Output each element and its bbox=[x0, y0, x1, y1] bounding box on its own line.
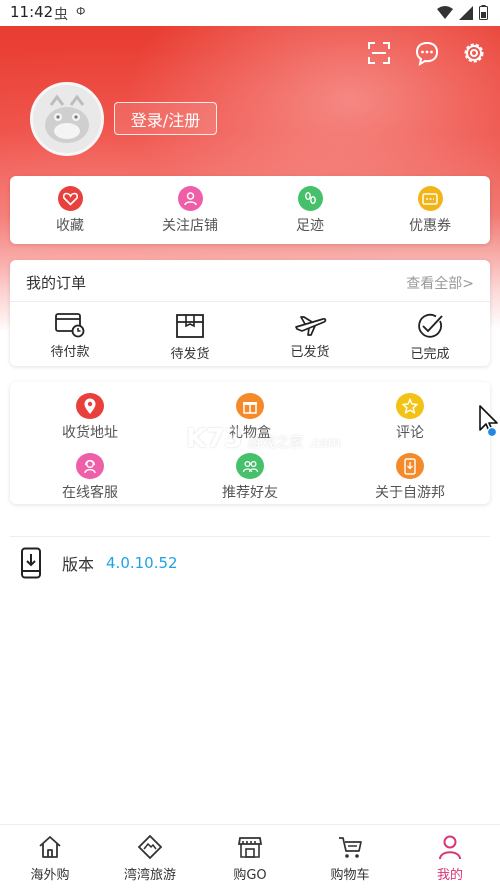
coupon-icon bbox=[417, 186, 443, 211]
mouse-cursor-icon bbox=[479, 405, 498, 438]
order-status-label: 已发货 bbox=[290, 345, 330, 360]
pending-shipment-icon bbox=[176, 314, 204, 338]
service-label: 收货地址 bbox=[62, 425, 118, 441]
order-status-pending-payment[interactable]: 待付款 bbox=[10, 302, 130, 366]
tab-label: 购GO bbox=[233, 868, 267, 883]
quick-label: 足迹 bbox=[296, 218, 324, 234]
order-status-shipped[interactable]: 已发货 bbox=[250, 302, 370, 366]
shipped-plane-icon bbox=[295, 316, 327, 336]
order-status-label: 待付款 bbox=[50, 345, 90, 360]
watermark-domain: .com bbox=[308, 436, 341, 451]
customer-service-icon bbox=[76, 453, 104, 479]
quick-links-card: 收藏 关注店铺 足迹 优惠券 bbox=[10, 176, 490, 244]
home-icon bbox=[39, 836, 61, 858]
tab-label: 我的 bbox=[436, 868, 463, 883]
orders-header: 我的订单 查看全部> bbox=[10, 260, 490, 302]
watermark-brand: K73 bbox=[186, 424, 243, 454]
service-label: 关于自游邦 bbox=[375, 485, 445, 501]
completed-check-icon bbox=[418, 313, 443, 338]
tab-overseas-shopping[interactable]: 海外购 bbox=[0, 825, 100, 889]
notification-icon: 虫 bbox=[54, 7, 68, 23]
travel-icon bbox=[137, 834, 163, 860]
service-reviews[interactable]: 评论 bbox=[330, 382, 490, 442]
tab-label: 购物车 bbox=[330, 868, 370, 883]
quick-label: 优惠券 bbox=[409, 218, 451, 234]
tab-label: 湾湾旅游 bbox=[123, 868, 176, 883]
view-all-orders-link[interactable]: 查看全部> bbox=[406, 273, 474, 293]
shop-icon bbox=[237, 837, 263, 858]
heart-icon bbox=[57, 186, 83, 211]
quick-item-followed-shops[interactable]: 关注店铺 bbox=[130, 176, 250, 244]
pending-payment-icon bbox=[55, 313, 85, 338]
tab-label: 海外购 bbox=[30, 868, 70, 883]
sync-icon: Ф bbox=[76, 5, 86, 18]
version-label: 版本 bbox=[62, 555, 95, 574]
scan-icon[interactable] bbox=[366, 40, 392, 66]
quick-item-favorites[interactable]: 收藏 bbox=[10, 176, 130, 244]
service-shipping-address[interactable]: 收货地址 bbox=[10, 382, 170, 442]
service-about[interactable]: 关于自游邦 bbox=[330, 442, 490, 502]
status-bar: 11:42 虫 Ф bbox=[0, 0, 500, 26]
tab-go-shopping[interactable]: 购GO bbox=[200, 825, 300, 889]
orders-title: 我的订单 bbox=[26, 274, 87, 292]
battery-icon bbox=[479, 5, 488, 20]
service-online-support[interactable]: 在线客服 bbox=[10, 442, 170, 502]
service-label: 评论 bbox=[396, 425, 424, 441]
settings-gear-icon[interactable] bbox=[461, 40, 487, 66]
login-register-button[interactable]: 登录/注册 bbox=[114, 102, 217, 135]
wifi-icon bbox=[437, 5, 453, 19]
star-icon bbox=[396, 393, 424, 419]
version-row[interactable]: 版本 4.0.10.52 bbox=[20, 547, 178, 579]
service-label: 在线客服 bbox=[62, 485, 118, 501]
quick-label: 收藏 bbox=[56, 218, 84, 234]
profile-icon bbox=[439, 835, 461, 860]
signal-icon bbox=[459, 5, 473, 20]
gift-icon bbox=[236, 393, 264, 419]
footprint-icon bbox=[297, 186, 323, 211]
tab-my-profile[interactable]: 我的 bbox=[400, 825, 500, 889]
message-icon[interactable] bbox=[414, 40, 440, 66]
order-status-label: 已完成 bbox=[410, 347, 450, 362]
service-label: 推荐好友 bbox=[222, 485, 278, 501]
about-phone-icon bbox=[396, 453, 424, 479]
cart-icon bbox=[339, 837, 362, 858]
my-orders-card: 我的订单 查看全部> 待付款 待发货 已发货 已完成 bbox=[10, 260, 490, 366]
version-value: 4.0.10.52 bbox=[106, 554, 178, 572]
order-status-label: 待发货 bbox=[170, 347, 210, 362]
friends-icon bbox=[236, 453, 264, 479]
watermark-tagline: 游戏之家 bbox=[247, 435, 304, 451]
location-icon bbox=[76, 393, 104, 419]
status-time: 11:42 bbox=[10, 3, 54, 21]
section-divider bbox=[10, 536, 490, 537]
avatar[interactable] bbox=[30, 82, 104, 156]
order-status-completed[interactable]: 已完成 bbox=[370, 302, 490, 366]
quick-item-coupons[interactable]: 优惠券 bbox=[370, 176, 490, 244]
order-status-pending-shipment[interactable]: 待发货 bbox=[130, 302, 250, 366]
download-phone-icon bbox=[21, 547, 41, 579]
quick-label: 关注店铺 bbox=[162, 218, 218, 234]
default-avatar-icon bbox=[33, 85, 101, 153]
tab-taiwan-travel[interactable]: 湾湾旅游 bbox=[100, 825, 200, 889]
quick-item-footprints[interactable]: 足迹 bbox=[250, 176, 370, 244]
site-watermark: K73 游戏之家 .com bbox=[186, 424, 340, 454]
bottom-tab-bar: 海外购 湾湾旅游 购GO 购物车 我的 bbox=[0, 824, 500, 889]
tab-shopping-cart[interactable]: 购物车 bbox=[300, 825, 400, 889]
user-follow-icon bbox=[177, 186, 203, 211]
